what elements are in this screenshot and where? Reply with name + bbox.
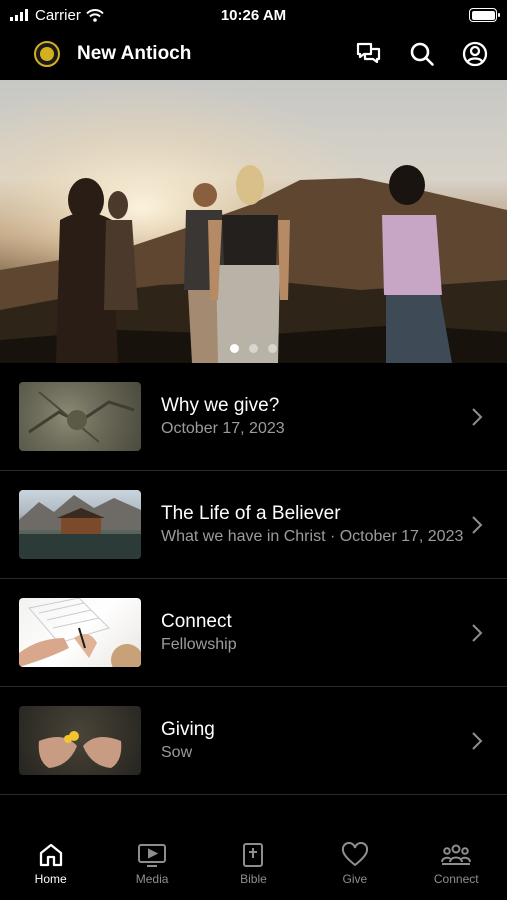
profile-button[interactable] [458,38,491,71]
messages-button[interactable] [352,38,385,71]
tv-play-icon [138,844,167,867]
tab-home[interactable]: Home [6,842,96,886]
hero-image [0,80,507,363]
search-icon [410,42,434,66]
wifi-icon [86,8,104,22]
battery-icon [469,8,500,22]
tab-label: Connect [433,872,479,886]
list-item[interactable]: The Life of a Believer What we have in C… [0,471,507,579]
thumbnail-hands-flower [19,706,141,775]
tab-label: Home [34,872,67,886]
list-item-text: Giving Sow [161,718,467,763]
home-icon [39,843,62,867]
content-list: Why we give? October 17, 2023 The Life o… [0,363,507,795]
status-bar: Carrier 10:26 AM [0,0,507,30]
thumbnail-lake-cabin [19,490,141,559]
search-button[interactable] [405,38,438,71]
list-item-subtitle: October 17, 2023 [161,420,285,437]
list-item-text: Connect Fellowship [161,610,467,655]
chevron-right-icon [467,407,487,427]
status-right [337,8,500,22]
group-icon [441,844,472,865]
chevron-right-icon [467,731,487,751]
carousel-dot[interactable] [249,344,258,353]
tab-bar: Home Media Bible Give Connect [0,838,507,900]
app-header: New Antioch [0,30,507,78]
list-item-subtitle: What we have in Christ · October 17, 202… [161,528,464,545]
chat-icon [356,42,380,64]
tab-give[interactable]: Give [310,842,400,886]
bible-icon [243,843,264,867]
list-item[interactable]: Why we give? October 17, 2023 [0,363,507,471]
tab-connect[interactable]: Connect [411,842,501,886]
tab-media[interactable]: Media [107,842,197,886]
list-item[interactable]: Connect Fellowship [0,579,507,687]
list-item-title: Connect [161,611,232,632]
carousel-dot[interactable] [268,344,277,353]
thumbnail-aerial-ground [19,382,141,451]
heart-icon [341,842,368,867]
thumbnail-hands-writing [19,598,141,667]
status-left: Carrier [10,7,170,24]
carousel-dots [0,344,507,353]
list-item-subtitle: Fellowship [161,636,237,653]
carrier-label: Carrier [35,6,81,24]
chevron-right-icon [467,623,487,643]
list-item-title: The Life of a Believer [161,503,341,524]
user-icon [462,41,487,67]
app-title: New Antioch [77,43,192,64]
tab-label: Give [342,872,368,886]
tab-bible[interactable]: Bible [208,842,298,886]
signal-icon [10,9,28,21]
list-item-title: Giving [161,719,215,740]
chevron-right-icon [467,515,487,535]
header-actions [352,38,491,71]
hero-carousel[interactable] [0,80,507,363]
list-item-subtitle: Sow [161,744,193,761]
list-item[interactable]: Giving Sow [0,687,507,795]
church-logo[interactable] [34,41,60,67]
list-item-text: The Life of a Believer What we have in C… [161,502,467,547]
tab-label: Bible [240,872,267,886]
list-item-text: Why we give? October 17, 2023 [161,394,467,439]
tab-label: Media [135,872,169,886]
list-item-title: Why we give? [161,395,280,416]
carousel-dot[interactable] [230,344,239,353]
